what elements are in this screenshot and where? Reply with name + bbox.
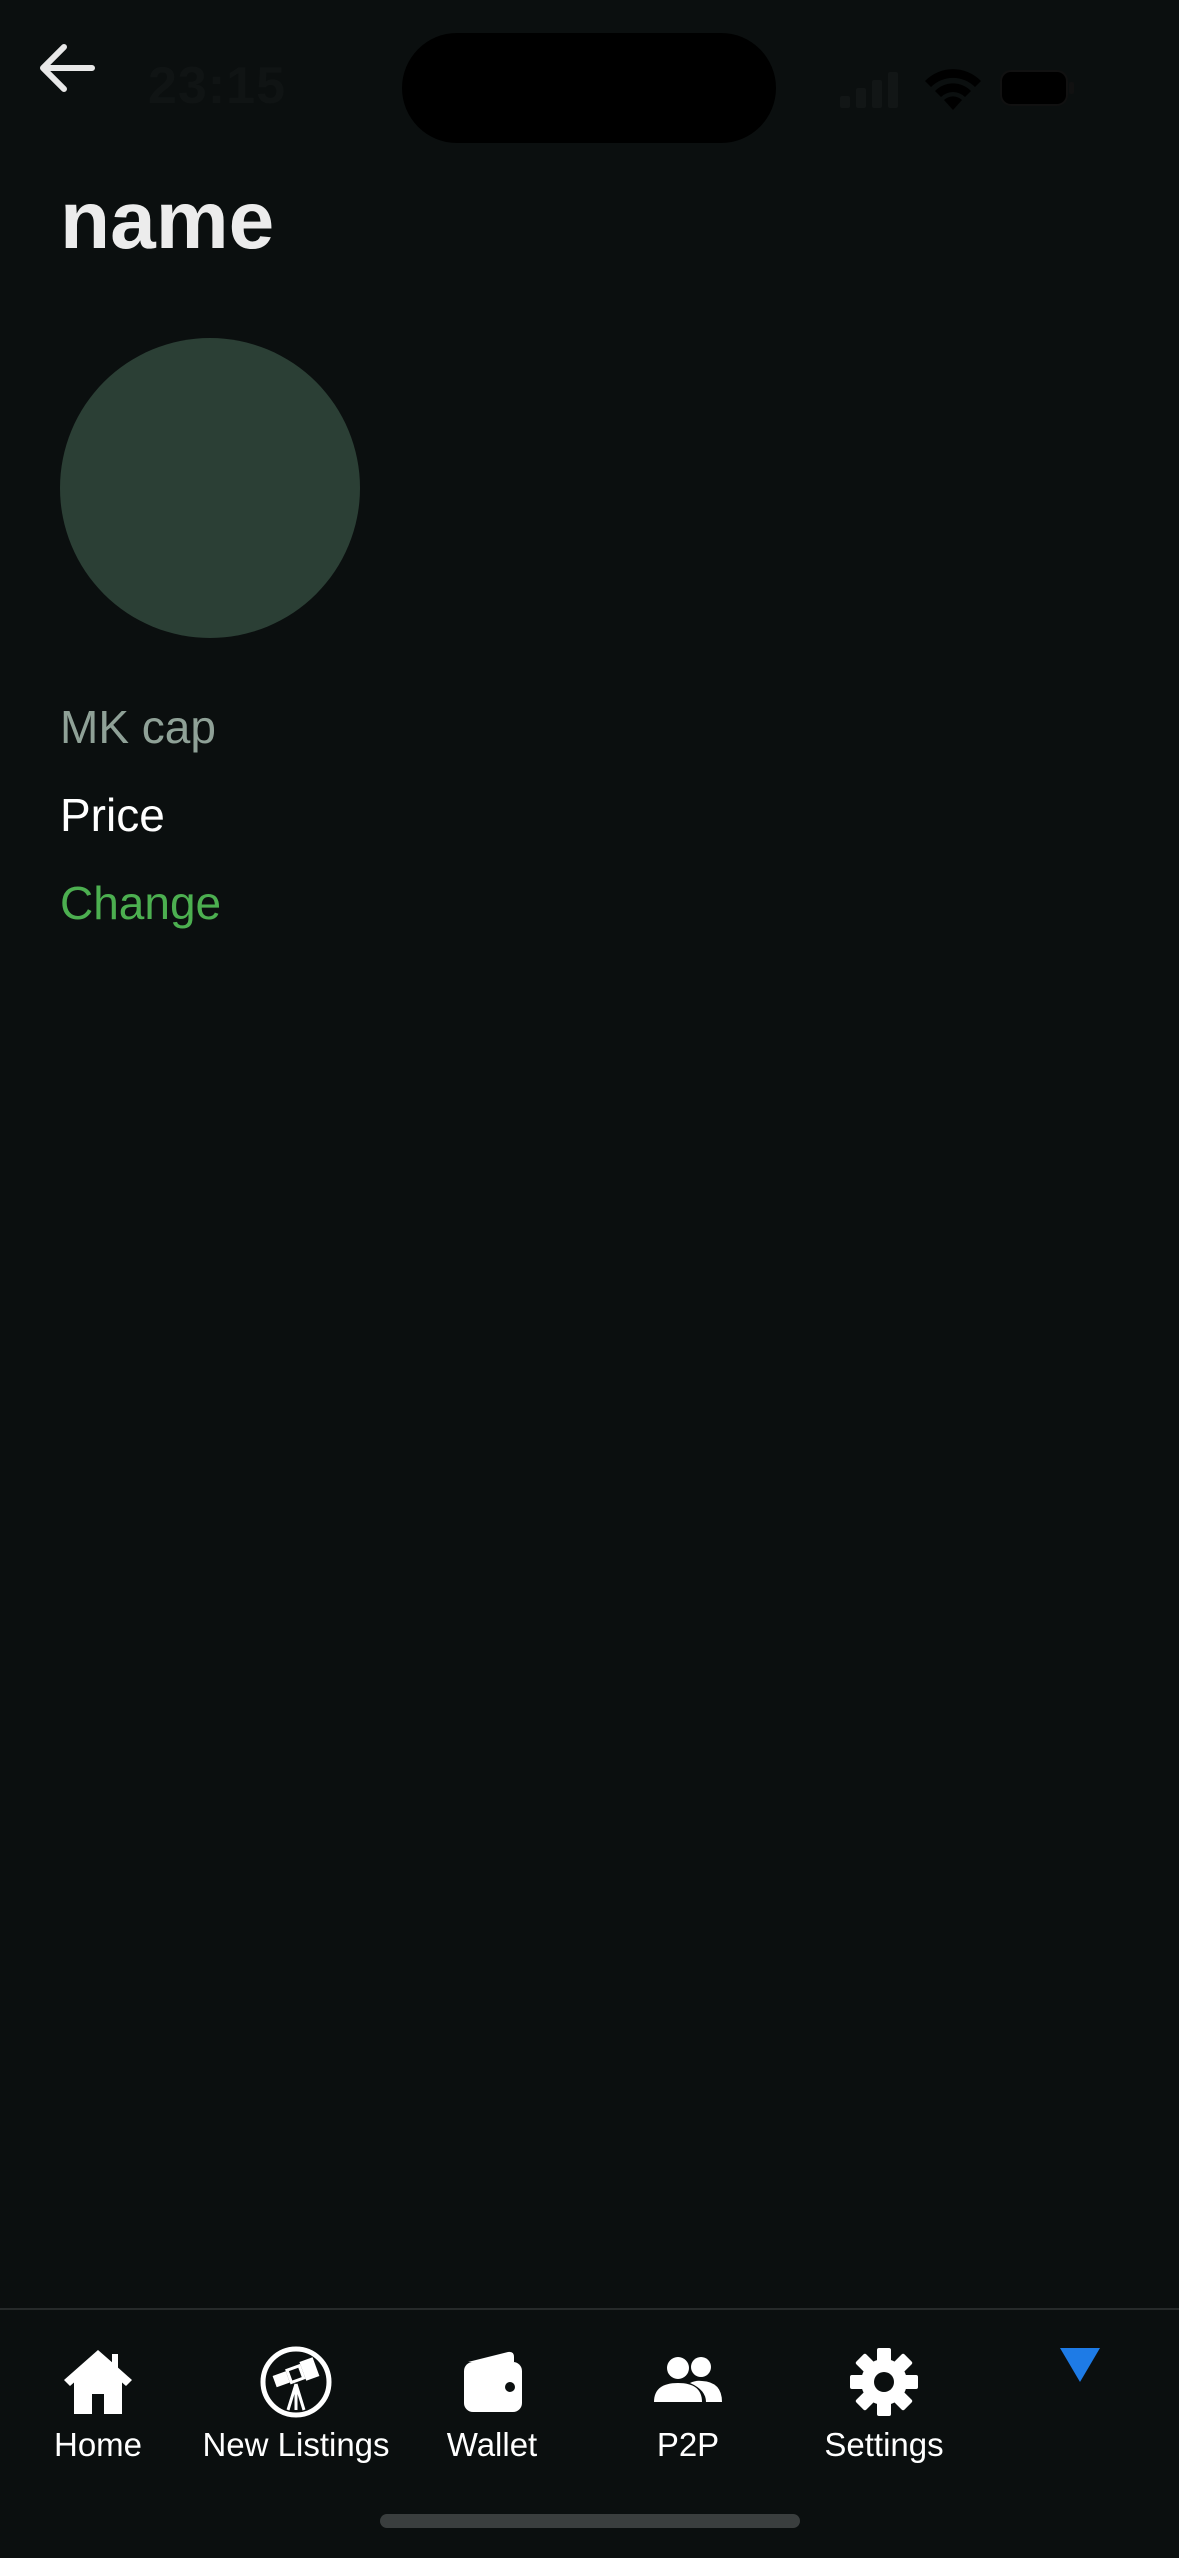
status-bar: 23:15 <box>0 0 1179 150</box>
tab-p2p[interactable]: P2P <box>588 2346 788 2476</box>
telescope-icon <box>260 2346 332 2418</box>
tab-home-label: Home <box>53 2426 143 2463</box>
wifi-icon <box>925 69 981 110</box>
tab-settings-label: Settings <box>824 2426 944 2463</box>
cellular-signal-icon <box>840 72 898 108</box>
users-icon <box>654 2357 722 2402</box>
wallet-icon <box>464 2351 522 2412</box>
tab-new-listings[interactable]: New Listings <box>196 2346 396 2476</box>
battery-icon <box>1000 70 1074 106</box>
status-time: 23:15 <box>148 57 286 115</box>
tab-settings[interactable]: Settings <box>784 2346 984 2476</box>
tab-home[interactable]: Home <box>0 2346 198 2476</box>
home-indicator <box>380 2514 800 2528</box>
price-label: Price <box>60 789 165 841</box>
gear-icon <box>850 2348 918 2416</box>
tab-p2p-label: P2P <box>656 2426 720 2463</box>
tab-wallet[interactable]: Wallet <box>392 2346 592 2476</box>
dynamic-island <box>402 33 776 143</box>
arrow-left-icon <box>40 44 95 92</box>
back-button[interactable] <box>30 30 106 106</box>
page-title: name <box>60 175 275 266</box>
triangle-down-icon <box>1060 2348 1100 2382</box>
token-avatar <box>60 338 360 638</box>
tab-new-listings-label: New Listings <box>202 2426 390 2463</box>
change-label: Change <box>60 877 222 929</box>
home-icon <box>64 2350 132 2414</box>
tab-dropdown-button[interactable] <box>1058 2342 1102 2386</box>
tab-wallet-label: Wallet <box>446 2426 538 2463</box>
mk-cap-label: MK cap <box>60 701 216 753</box>
status-icons <box>840 64 1080 114</box>
